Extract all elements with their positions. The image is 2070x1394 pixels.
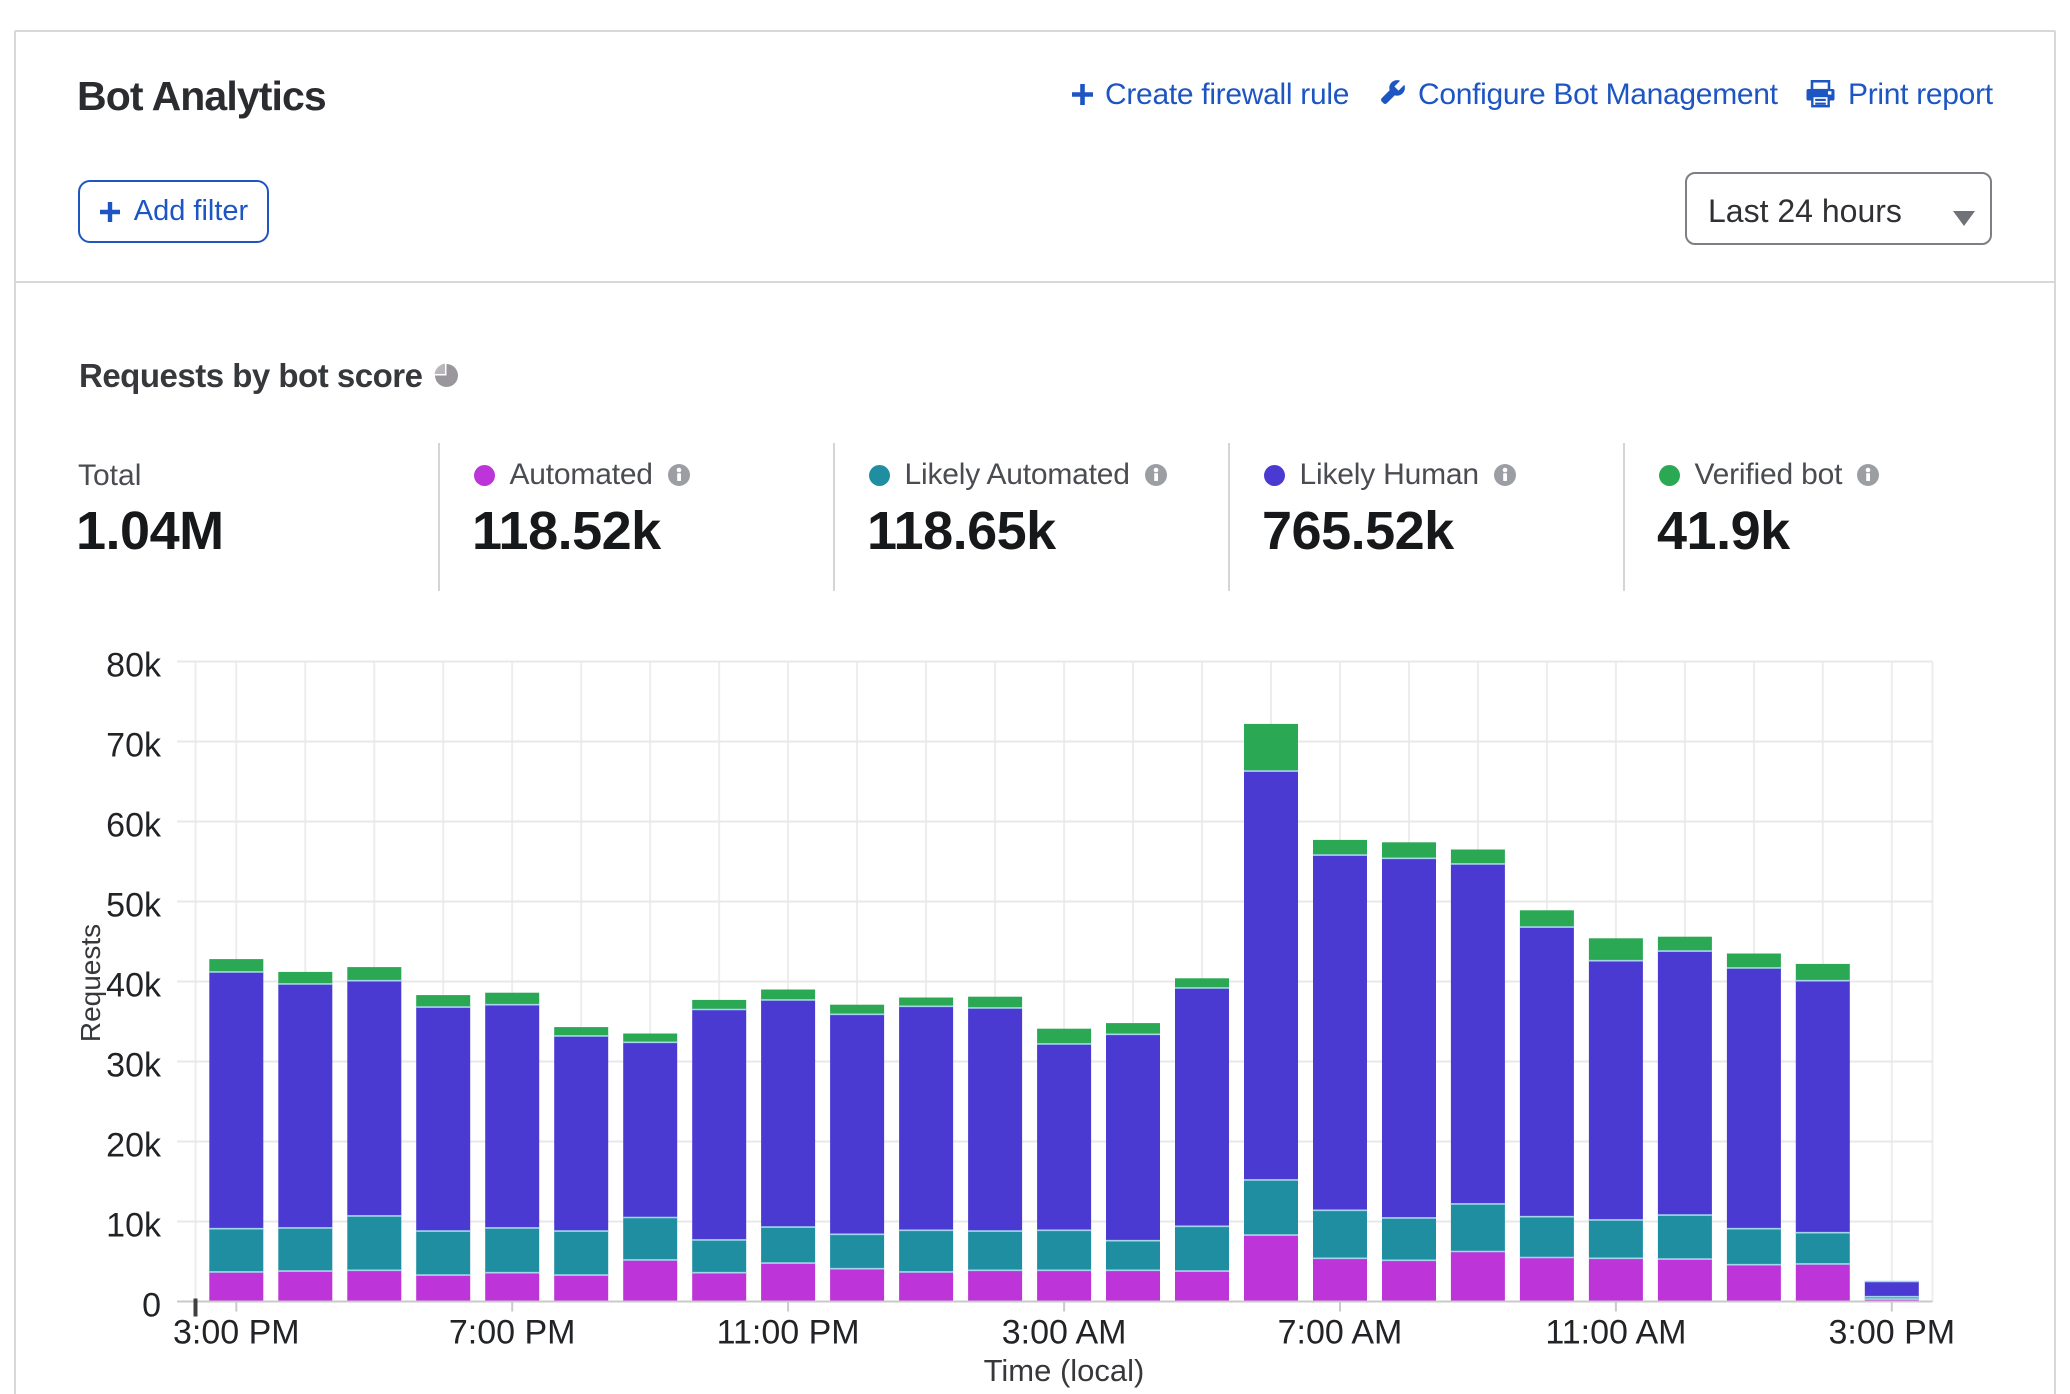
svg-text:11:00 AM: 11:00 AM (1545, 1314, 1686, 1352)
svg-text:0: 0 (142, 1287, 161, 1325)
svg-text:20k: 20k (106, 1127, 162, 1165)
svg-text:3:00 PM: 3:00 PM (1828, 1314, 1955, 1352)
svg-text:3:00 PM: 3:00 PM (173, 1314, 300, 1352)
svg-text:Requests: Requests (75, 924, 106, 1042)
svg-text:7:00 AM: 7:00 AM (1278, 1314, 1403, 1352)
svg-text:30k: 30k (106, 1047, 162, 1085)
svg-text:10k: 10k (106, 1207, 162, 1245)
svg-text:11:00 PM: 11:00 PM (717, 1314, 860, 1352)
svg-text:Time (local): Time (local) (984, 1353, 1145, 1388)
svg-text:70k: 70k (106, 727, 162, 765)
svg-text:40k: 40k (106, 967, 162, 1005)
svg-text:50k: 50k (106, 887, 162, 925)
svg-text:3:00 AM: 3:00 AM (1002, 1314, 1127, 1352)
svg-text:7:00 PM: 7:00 PM (449, 1314, 576, 1352)
svg-text:60k: 60k (106, 807, 162, 845)
svg-text:80k: 80k (106, 647, 162, 685)
